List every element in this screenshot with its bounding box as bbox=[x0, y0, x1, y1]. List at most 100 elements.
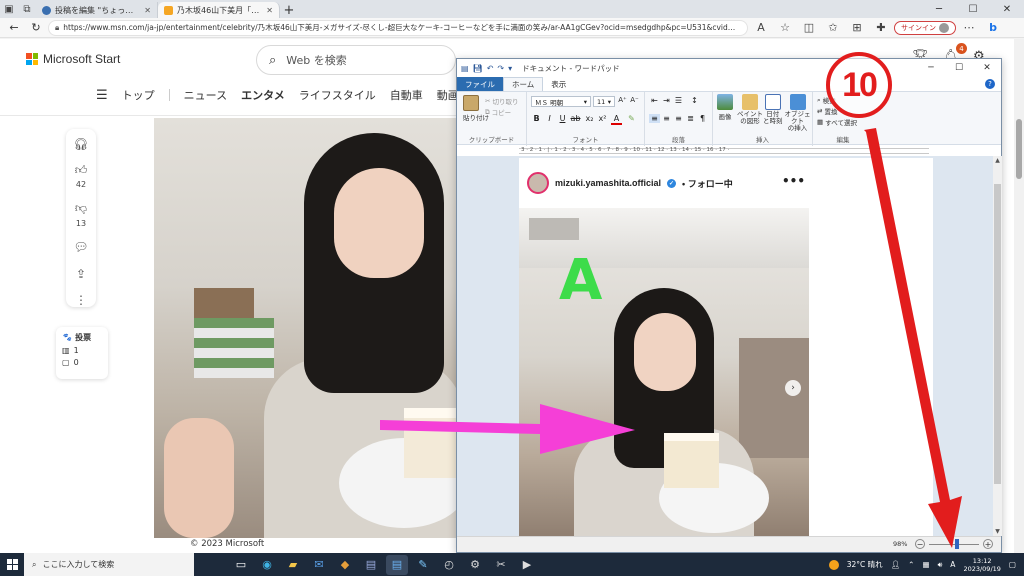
like-thumb-icon[interactable]: 👍︎ bbox=[75, 163, 88, 177]
document-scrollbar[interactable]: ▲ ▼ bbox=[993, 156, 1002, 536]
paragraph-settings-icon[interactable]: ¶ bbox=[697, 114, 708, 123]
increase-indent-icon[interactable]: ⇥ bbox=[661, 96, 672, 105]
listen-headphones-icon[interactable]: 🎧︎ bbox=[73, 137, 88, 151]
insert-object-button[interactable]: オブジェクト の挿入 bbox=[783, 94, 812, 132]
browser-tab-edit-post[interactable]: 投稿を編集 "ちょっと集めてみます ✕ bbox=[36, 2, 158, 18]
file-explorer-icon[interactable]: ▰ bbox=[282, 555, 304, 575]
notification-center-icon[interactable]: ▢ bbox=[1009, 560, 1016, 569]
signin-button[interactable]: サインイン bbox=[894, 20, 956, 35]
zoom-in-button[interactable]: + bbox=[983, 539, 993, 549]
insert-picture-button[interactable]: 画像 bbox=[717, 94, 733, 121]
subscript-icon[interactable]: x₂ bbox=[584, 114, 595, 123]
maximize-icon[interactable]: ☐ bbox=[956, 0, 990, 18]
settings-gear-icon[interactable]: ⚙ bbox=[464, 555, 486, 575]
tray-chevron-icon[interactable]: ⌃ bbox=[908, 560, 914, 569]
text-color-icon[interactable]: A bbox=[611, 114, 622, 125]
bold-icon[interactable]: B bbox=[531, 114, 542, 123]
people-icon[interactable]: 👤︎ bbox=[891, 560, 901, 569]
split-screen-icon[interactable]: ◫ bbox=[798, 19, 820, 37]
font-size-select[interactable]: 11 ▾ bbox=[593, 96, 615, 107]
web-search-input[interactable]: ⌕ Web を検索 bbox=[256, 45, 456, 75]
insert-datetime-button[interactable]: 日付 と時刻 bbox=[763, 94, 783, 125]
page-scrollbar[interactable] bbox=[1014, 39, 1024, 553]
photos-app-icon[interactable]: ◆ bbox=[334, 555, 356, 575]
copy-button[interactable]: ⧉ コピー bbox=[485, 107, 511, 118]
copilot-icon[interactable]: b bbox=[982, 19, 1004, 37]
snipping-tool-icon[interactable]: ✂ bbox=[490, 555, 512, 575]
more-menu-icon[interactable]: ⋯ bbox=[958, 19, 980, 37]
back-arrow-icon[interactable]: ← bbox=[4, 19, 24, 37]
favorite-star-icon[interactable]: ☆ bbox=[774, 19, 796, 37]
clock-app-icon[interactable]: ◴ bbox=[438, 555, 460, 575]
lock-icon[interactable]: 🔒︎ bbox=[55, 23, 59, 33]
workspaces-icon[interactable]: ▣ bbox=[0, 0, 18, 18]
paint-taskbar-icon[interactable]: ✎ bbox=[412, 555, 434, 575]
customize-qat-icon[interactable]: ▾ bbox=[508, 64, 512, 73]
collections-icon[interactable]: ⊞ bbox=[846, 19, 868, 37]
scroll-down-icon[interactable]: ▼ bbox=[993, 527, 1002, 536]
start-button[interactable] bbox=[0, 553, 24, 576]
taskbar-search-input[interactable]: ⌕ ここに入力して検索 bbox=[24, 553, 194, 576]
volume-icon[interactable]: 🔊︎ bbox=[938, 560, 943, 570]
task-view-icon[interactable]: ▭ bbox=[230, 555, 252, 575]
share-icon[interactable]: ⇪ bbox=[76, 267, 86, 281]
tab-home[interactable]: ホーム bbox=[503, 77, 544, 91]
network-icon[interactable]: ▦ bbox=[922, 560, 929, 569]
media-icon[interactable]: ▶ bbox=[516, 555, 538, 575]
wordpad-taskbar-icon[interactable]: ▤ bbox=[386, 554, 408, 575]
close-tab-icon[interactable]: ✕ bbox=[144, 6, 151, 15]
tab-actions-icon[interactable]: ⧉ bbox=[18, 0, 36, 18]
undo-icon[interactable]: ↶ bbox=[487, 64, 494, 73]
align-left-icon[interactable]: ≡ bbox=[649, 114, 660, 123]
taskbar-clock[interactable]: 13:12 2023/09/19 bbox=[963, 557, 1000, 573]
tab-view[interactable]: 表示 bbox=[543, 78, 574, 91]
read-aloud-icon[interactable]: A bbox=[750, 19, 772, 37]
instagram-photo[interactable]: A › bbox=[519, 208, 809, 536]
weather-text[interactable]: 32°C 晴れ bbox=[847, 559, 883, 570]
favorites-icon[interactable]: ✩ bbox=[822, 19, 844, 37]
microsoft-start-logo[interactable]: Microsoft Start bbox=[26, 52, 120, 66]
superscript-icon[interactable]: x² bbox=[597, 114, 608, 123]
bullets-icon[interactable]: ☰ bbox=[673, 96, 684, 105]
help-icon[interactable]: ? bbox=[985, 79, 995, 89]
more-vertical-icon[interactable]: ⋮ bbox=[75, 293, 87, 307]
browser-tab-msn-article[interactable]: 乃木坂46山下美月「メガサイズ」尽くし ✕ bbox=[158, 2, 280, 18]
grow-font-icon[interactable]: A⁺ bbox=[617, 96, 628, 104]
page-scrollbar-thumb[interactable] bbox=[1016, 119, 1022, 179]
nav-item-entertainment[interactable]: エンタメ bbox=[241, 87, 285, 103]
new-tab-button[interactable]: + bbox=[280, 2, 298, 18]
store-icon[interactable]: ▤ bbox=[360, 555, 382, 575]
align-center-icon[interactable]: ≡ bbox=[661, 114, 672, 123]
scroll-up-icon[interactable]: ▲ bbox=[993, 156, 1002, 165]
document-scrollbar-thumb[interactable] bbox=[994, 184, 1001, 484]
shrink-font-icon[interactable]: A⁻ bbox=[629, 96, 640, 104]
dislike-icon[interactable]: 👎︎ bbox=[75, 201, 87, 216]
weather-sun-icon[interactable] bbox=[828, 559, 839, 570]
decrease-indent-icon[interactable]: ⇤ bbox=[649, 96, 660, 105]
highlight-icon[interactable]: ✎ bbox=[626, 114, 637, 123]
save-icon[interactable]: 💾︎ bbox=[473, 64, 483, 73]
hamburger-menu-icon[interactable]: ☰ bbox=[96, 88, 108, 103]
close-tab-icon[interactable]: ✕ bbox=[266, 6, 273, 15]
minimize-icon[interactable]: ─ bbox=[922, 0, 956, 18]
close-icon[interactable]: ✕ bbox=[990, 0, 1024, 18]
address-bar[interactable]: 🔒︎ https://www.msn.com/ja-jp/entertainme… bbox=[48, 19, 748, 36]
line-spacing-icon[interactable]: ↕ bbox=[689, 96, 700, 105]
extensions-icon[interactable]: ✚ bbox=[870, 19, 892, 37]
nav-item-auto[interactable]: 自動車 bbox=[390, 87, 423, 103]
insert-paint-button[interactable]: ペイント の図形 bbox=[737, 94, 763, 125]
refresh-icon[interactable]: ↻ bbox=[26, 19, 46, 37]
vote-card[interactable]: 🐾︎ 投票 ▥ 1 ▢ 0 bbox=[56, 327, 108, 379]
edge-browser-icon[interactable]: ◉ bbox=[256, 555, 278, 575]
underline-icon[interactable]: U bbox=[557, 114, 568, 123]
redo-icon[interactable]: ↷ bbox=[497, 64, 504, 73]
font-family-select[interactable]: ＭＳ 明朝 ▾ bbox=[531, 96, 591, 107]
tab-file[interactable]: ファイル bbox=[457, 77, 503, 91]
cut-button[interactable]: ✂ 切り取り bbox=[485, 96, 518, 106]
ime-indicator[interactable]: A bbox=[950, 560, 955, 569]
mail-icon[interactable]: ✉ bbox=[308, 555, 330, 575]
comment-icon[interactable]: 💬︎ bbox=[73, 240, 88, 254]
italic-icon[interactable]: I bbox=[544, 114, 555, 123]
close-icon[interactable]: ✕ bbox=[973, 59, 1001, 77]
nav-item-top[interactable]: トップ bbox=[122, 87, 155, 103]
